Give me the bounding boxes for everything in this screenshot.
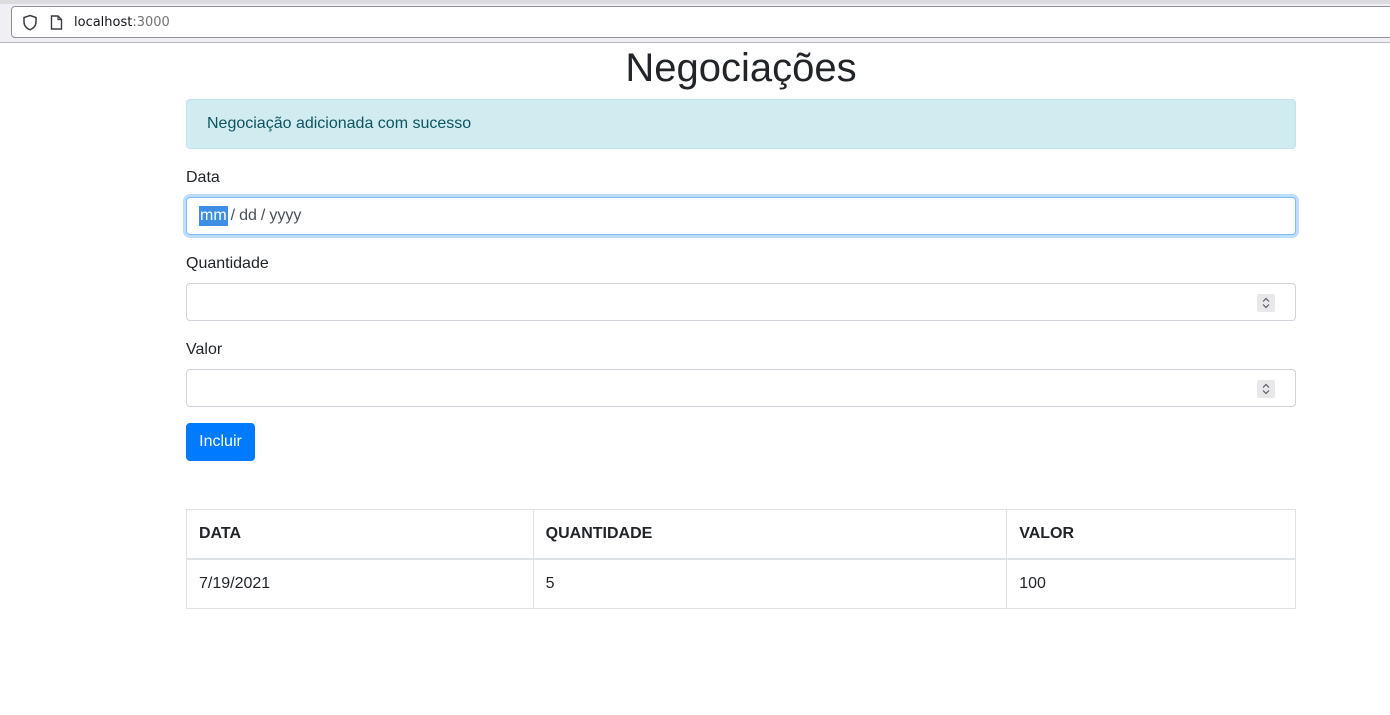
header-valor: VALOR [1006,509,1296,560]
incluir-button[interactable]: Incluir [186,423,255,461]
quantidade-label: Quantidade [186,255,269,272]
cell-quantidade: 5 [532,558,1008,609]
quantidade-input[interactable] [186,283,1296,321]
success-alert: Negociação adicionada com sucesso [186,99,1296,149]
page-title: Negociações [625,46,857,90]
data-date-input[interactable]: mm / dd / yyyy [186,197,1296,235]
table-header-row: DATA QUANTIDADE VALOR [186,509,1296,560]
browser-toolbar: localhost:3000 [0,0,1390,43]
date-day-segment[interactable]: dd [238,206,258,226]
date-separator: / [230,207,236,224]
cell-valor: 100 [1006,558,1296,609]
table-row: 7/19/2021 5 100 [186,558,1296,609]
alert-message: Negociação adicionada com sucesso [207,115,472,132]
valor-input[interactable] [186,369,1296,407]
url-text[interactable]: localhost:3000 [74,15,170,30]
header-data: DATA [186,509,534,560]
date-month-segment[interactable]: mm [199,206,228,226]
cell-data: 7/19/2021 [186,558,534,609]
date-separator: / [260,207,266,224]
page-icon [50,15,63,30]
valor-spinner-icon[interactable] [1257,380,1275,398]
valor-label: Valor [186,341,223,358]
url-port: :3000 [132,15,170,30]
header-quantidade: QUANTIDADE [532,509,1008,560]
quantidade-spinner-icon[interactable] [1257,294,1275,312]
date-year-segment[interactable]: yyyy [268,206,302,226]
url-host: localhost [74,15,133,30]
data-label: Data [186,169,220,186]
negociacoes-table: DATA QUANTIDADE VALOR 7/19/2021 5 100 [186,509,1296,609]
date-segments: mm / dd / yyyy [199,206,302,226]
shield-icon[interactable] [22,14,38,31]
address-bar[interactable]: localhost:3000 [11,6,1390,38]
